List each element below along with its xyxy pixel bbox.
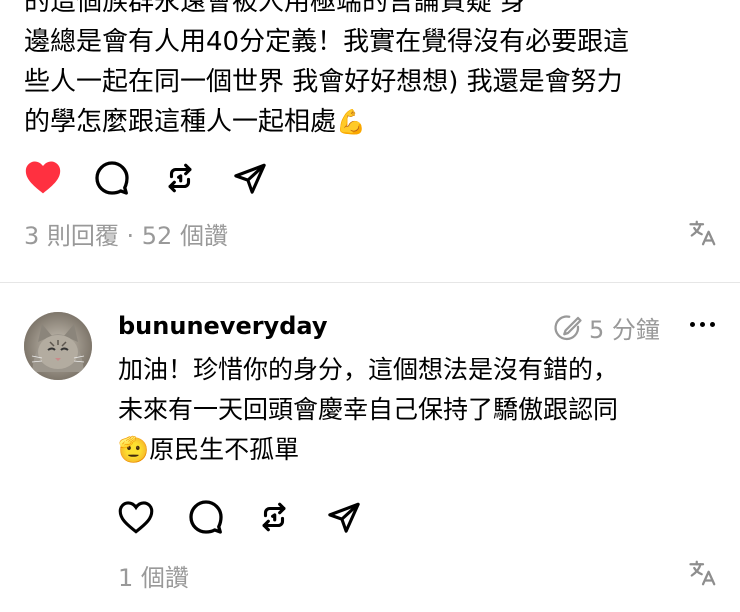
post-line: 的學怎麼跟這種人一起相處💪	[24, 102, 724, 142]
flexed-biceps-emoji: 💪	[336, 108, 366, 136]
post-line: 邊總是會有人用40分定義！我實在覺得沒有必要跟這	[24, 27, 630, 57]
reply-username[interactable]: bununeveryday	[118, 312, 327, 340]
reply-timestamp: 5 分鐘	[553, 310, 660, 345]
more-icon-dot	[710, 322, 715, 327]
reply-line-text: 原民生不孤單	[149, 435, 300, 464]
repost-icon	[262, 502, 286, 532]
share-icon	[328, 502, 360, 533]
divider	[0, 282, 740, 283]
more-icon-dot	[700, 322, 705, 327]
comment-button[interactable]	[92, 158, 132, 198]
post-line: 些人一起在同一個世界 我會好好想想) 我還是會努力	[24, 67, 623, 97]
more-button[interactable]	[690, 322, 715, 327]
repost-button[interactable]	[160, 158, 200, 198]
reply-time: 5 分鐘	[589, 316, 660, 344]
heart-icon	[25, 161, 61, 194]
avatar[interactable]	[24, 312, 92, 380]
repost-icon	[168, 163, 192, 193]
heart-icon	[118, 501, 154, 534]
comment-icon	[189, 500, 223, 534]
translate-icon	[689, 220, 716, 246]
post-meta[interactable]: 3 則回覆 · 52 個讚	[24, 216, 228, 251]
post-body: 的這個族群永遠會被人用極端的言論質疑 身 邊總是會有人用40分定義！我實在覺得沒…	[24, 0, 724, 142]
edit-time-icon	[554, 314, 582, 340]
reply-like-button[interactable]	[116, 497, 156, 537]
reply-body: 加油！珍惜你的身分，這個想法是沒有錯的， 未來有一天回頭會慶幸自己保持了驕傲跟認…	[118, 350, 718, 470]
reply-line: 未來有一天回頭會慶幸自己保持了驕傲跟認同	[118, 395, 619, 424]
saluting-face-emoji: 🫡	[118, 435, 150, 464]
reply-repost-button[interactable]	[254, 497, 294, 537]
like-button[interactable]	[22, 157, 64, 197]
reply-translate-button[interactable]	[688, 558, 718, 588]
share-button[interactable]	[230, 158, 270, 198]
comment-icon	[95, 161, 129, 195]
translate-icon	[689, 560, 716, 586]
post-line-text: 的學怎麼跟這種人一起相處	[24, 107, 337, 137]
more-icon-dot	[690, 322, 695, 327]
cat-avatar-icon	[24, 312, 92, 380]
reply-line: 🫡原民生不孤單	[118, 430, 718, 470]
post-line: 的這個族群永遠會被人用極端的言論質疑 身	[24, 0, 527, 17]
reply-line: 加油！珍惜你的身分，這個想法是沒有錯的，	[118, 355, 619, 384]
translate-button[interactable]	[688, 218, 718, 248]
reply-meta[interactable]: 1 個讚	[118, 558, 189, 593]
reply-comment-button[interactable]	[186, 497, 226, 537]
share-icon	[234, 163, 266, 194]
reply-share-button[interactable]	[324, 497, 364, 537]
